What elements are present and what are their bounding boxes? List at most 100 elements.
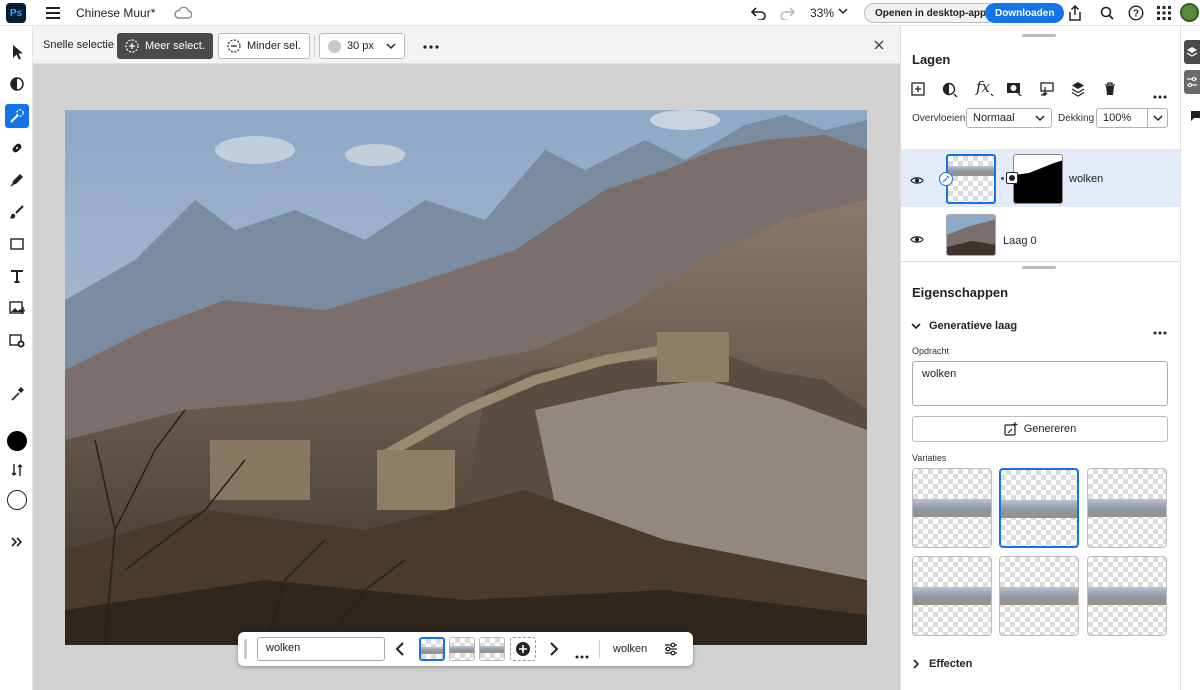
- chevron-down-icon: [1035, 115, 1045, 122]
- eyedropper-tool-icon[interactable]: [5, 382, 29, 406]
- variation-thumbnail[interactable]: [912, 556, 992, 636]
- layer-thumbnail[interactable]: [946, 154, 996, 204]
- adjust-settings-icon[interactable]: [664, 642, 678, 659]
- layer-name-label: wolken: [613, 643, 648, 655]
- more-options-icon[interactable]: [575, 648, 589, 662]
- add-to-selection-label: Meer select.: [145, 40, 205, 52]
- blend-mode-value: Normaal: [973, 112, 1015, 124]
- search-icon[interactable]: [1096, 2, 1118, 24]
- svg-text:?: ?: [1133, 9, 1139, 20]
- opacity-value: 100%: [1103, 112, 1132, 124]
- section-title: Generatieve laag: [929, 320, 1018, 332]
- layer-name[interactable]: wolken: [1069, 173, 1103, 185]
- brush-size-value: 30 px: [347, 40, 374, 52]
- add-to-selection-button[interactable]: Meer select.: [117, 33, 213, 59]
- layers-panel-toggle-icon[interactable]: [1184, 40, 1200, 64]
- add-image-layer-icon[interactable]: [5, 328, 29, 352]
- undo-icon[interactable]: [748, 2, 770, 24]
- quick-selection-tool-icon[interactable]: [5, 104, 29, 128]
- generative-layer-section-header[interactable]: Generatieve laag: [911, 320, 1017, 332]
- variations-label: Variaties: [912, 453, 947, 463]
- apps-grid-icon[interactable]: [1153, 2, 1175, 24]
- generate-sparkle-icon: [1004, 422, 1018, 436]
- generative-fill-icon[interactable]: [5, 168, 29, 192]
- generate-button[interactable]: Genereren: [912, 416, 1168, 442]
- add-layer-icon[interactable]: [911, 82, 925, 99]
- properties-more-options-icon[interactable]: [1153, 324, 1167, 338]
- variation-thumbnail[interactable]: [999, 468, 1079, 548]
- variation-thumb[interactable]: [479, 637, 505, 661]
- document-title[interactable]: Chinese Muur*: [76, 6, 155, 20]
- brush-size-dropdown[interactable]: 30 px: [319, 33, 405, 59]
- place-image-icon[interactable]: [5, 296, 29, 320]
- panel-resize-handle[interactable]: [1022, 34, 1056, 37]
- download-button[interactable]: Downloaden: [985, 3, 1065, 23]
- adjustment-layer-icon[interactable]: [942, 82, 958, 101]
- swap-colors-icon[interactable]: [5, 458, 29, 482]
- foreground-color-swatch[interactable]: [7, 431, 27, 451]
- share-icon[interactable]: [1064, 2, 1086, 24]
- background-color-swatch[interactable]: [7, 490, 27, 510]
- avatar[interactable]: [1180, 3, 1199, 22]
- opacity-label: Dekking: [1058, 113, 1095, 124]
- layer-mask-icon[interactable]: [1006, 82, 1022, 99]
- more-options-icon[interactable]: [423, 38, 439, 52]
- layers-more-options-icon[interactable]: [1153, 88, 1167, 102]
- visibility-eye-icon[interactable]: [910, 174, 924, 188]
- opacity-field[interactable]: 100%: [1096, 108, 1168, 128]
- prompt-textarea[interactable]: wolken: [912, 361, 1168, 406]
- help-icon[interactable]: ?: [1125, 2, 1147, 24]
- layer-row-laag-0[interactable]: Laag 0: [901, 211, 1180, 261]
- adjustment-brush-icon[interactable]: [5, 72, 29, 96]
- divider: [314, 35, 315, 57]
- open-in-desktop-button[interactable]: Openen in desktop-app: [864, 3, 998, 23]
- layer-thumbnail[interactable]: [946, 214, 996, 256]
- redo-icon[interactable]: [776, 2, 798, 24]
- generate-more-button[interactable]: [510, 637, 536, 661]
- variation-thumbnail[interactable]: [912, 468, 992, 548]
- close-options-icon[interactable]: [874, 39, 884, 53]
- layer-row-wolken[interactable]: wolken: [901, 149, 1180, 207]
- delete-layer-icon[interactable]: [1104, 82, 1116, 99]
- comments-icon[interactable]: [1190, 110, 1200, 125]
- previous-variation-icon[interactable]: [395, 642, 405, 659]
- adjustments-panel-toggle-icon[interactable]: [1184, 70, 1200, 94]
- layer-name[interactable]: Laag 0: [1003, 235, 1037, 247]
- mask-badge-icon: [1006, 172, 1018, 184]
- layer-stack-icon[interactable]: [1071, 81, 1085, 100]
- more-tools-icon[interactable]: [5, 530, 29, 554]
- generative-layer-badge-icon: [939, 172, 953, 186]
- variation-thumbnail[interactable]: [1087, 556, 1167, 636]
- effects-section-header[interactable]: Effecten: [912, 658, 972, 670]
- visibility-eye-icon[interactable]: [910, 233, 924, 247]
- variation-thumb[interactable]: [449, 637, 475, 661]
- next-variation-icon[interactable]: [549, 642, 559, 659]
- brush-preview-icon: [328, 39, 341, 53]
- cloud-sync-icon[interactable]: [172, 2, 194, 24]
- canvas-image[interactable]: [65, 110, 867, 645]
- variation-thumb[interactable]: [419, 637, 445, 661]
- hamburger-menu-icon[interactable]: [42, 2, 64, 24]
- prompt-input[interactable]: wolken: [257, 637, 385, 661]
- brush-tool-icon[interactable]: [5, 200, 29, 224]
- effects-fx-icon[interactable]: fx: [975, 78, 995, 101]
- text-tool-icon[interactable]: [5, 264, 29, 288]
- zoom-chevron-down-icon[interactable]: [838, 5, 848, 19]
- blend-mode-dropdown[interactable]: Normaal: [966, 108, 1052, 128]
- drag-handle[interactable]: [244, 639, 247, 659]
- move-tool-icon[interactable]: [5, 40, 29, 64]
- rectangle-tool-icon[interactable]: [5, 232, 29, 256]
- top-bar: Ps Chinese Muur* 33% Openen in desktop-a…: [0, 0, 1200, 26]
- subtract-from-selection-button[interactable]: Minder sel.: [218, 33, 310, 59]
- variation-thumbnail[interactable]: [1087, 468, 1167, 548]
- chevron-right-icon: [913, 659, 920, 669]
- zoom-level[interactable]: 33%: [810, 6, 834, 20]
- mask-thumbnail[interactable]: [1013, 154, 1063, 204]
- svg-text:fx: fx: [975, 79, 991, 96]
- healing-brush-icon[interactable]: [5, 136, 29, 160]
- divider: [599, 640, 600, 658]
- clipping-mask-icon[interactable]: [1039, 82, 1055, 101]
- panel-resize-handle[interactable]: [1022, 266, 1056, 269]
- variation-thumbnail[interactable]: [999, 556, 1079, 636]
- opacity-dropdown-button[interactable]: [1147, 109, 1167, 127]
